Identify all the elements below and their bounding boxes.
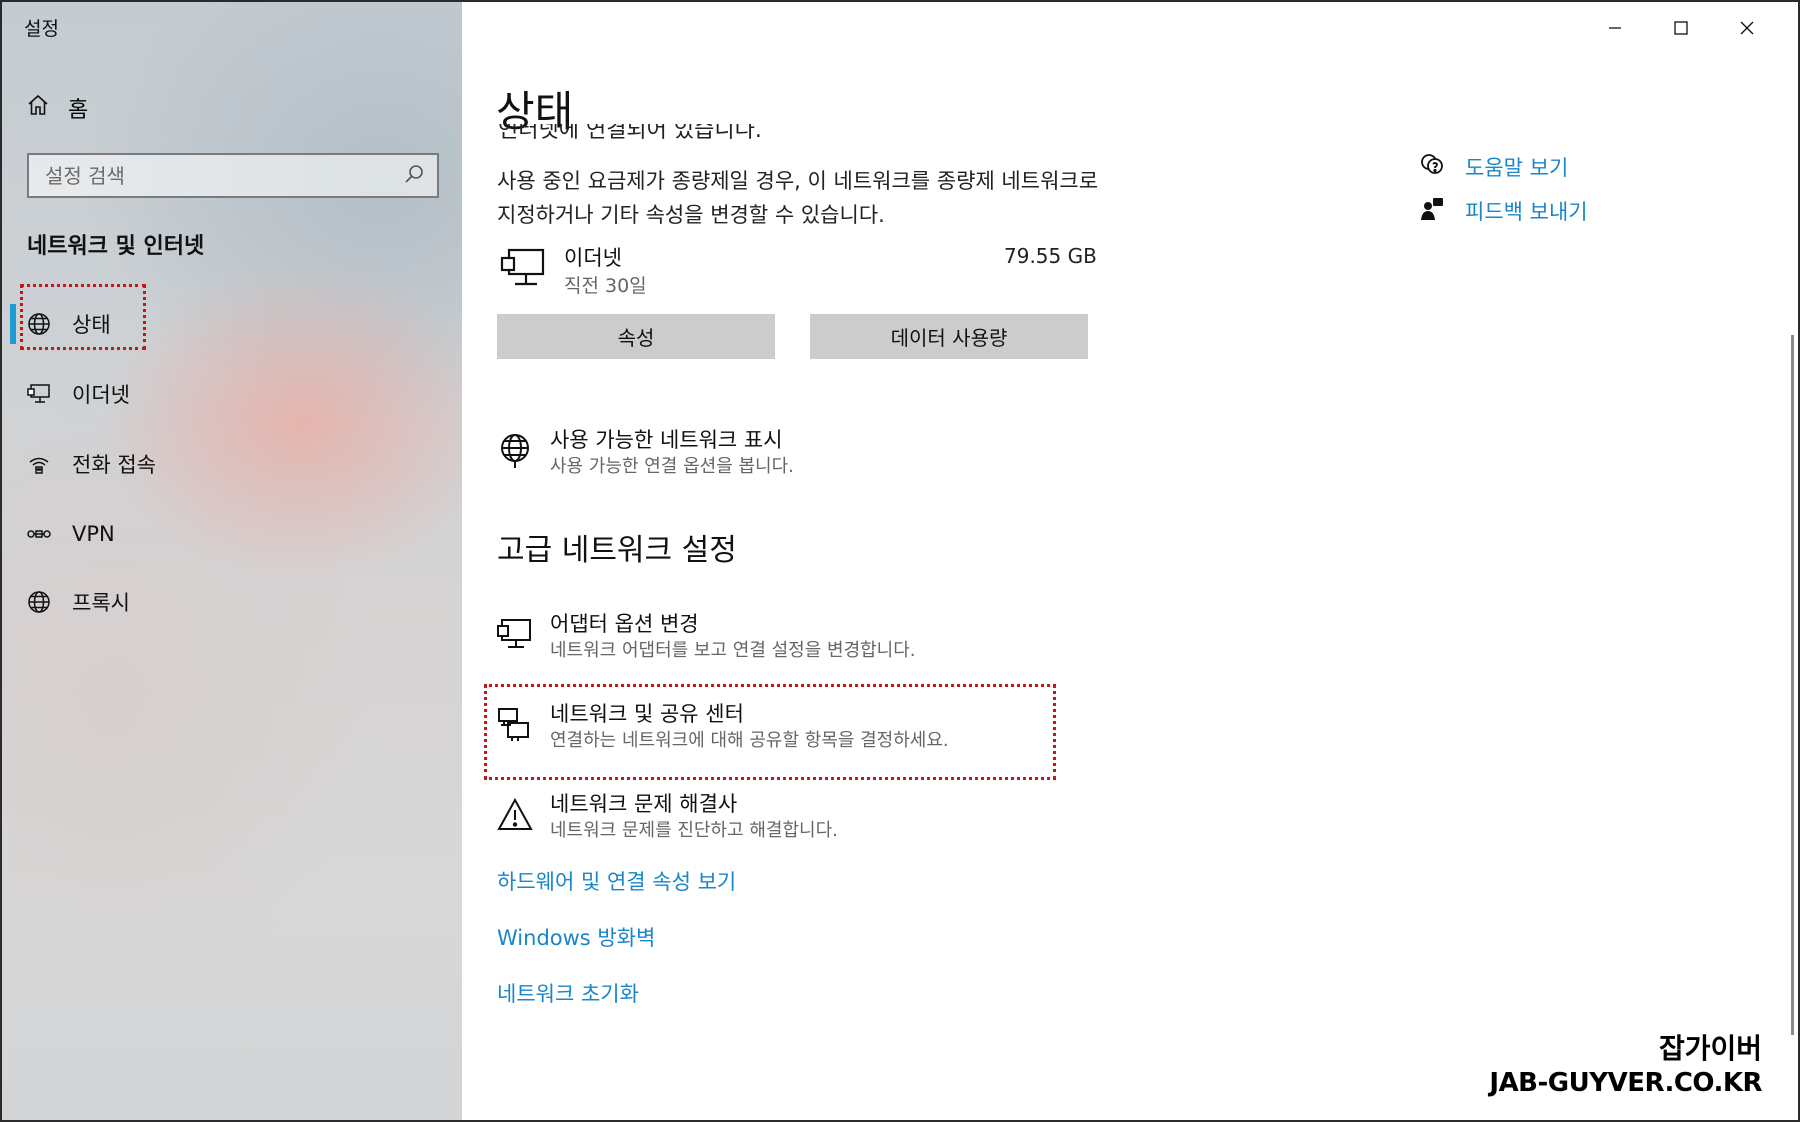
sidebar-item-ethernet[interactable]: 이더넷 [26,374,130,414]
help-links: 도움말 보기 피드백 보내기 [1419,145,1588,233]
watermark: 잡가이버 JAB-GUYVER.CO.KR [1489,1032,1762,1100]
data-usage-button[interactable]: 데이터 사용량 [810,314,1088,359]
sidebar-item-status[interactable]: 상태 [26,304,111,344]
settings-window: 설정 홈 네트워크 및 인터넷 [0,0,1800,1122]
home-label: 홈 [68,98,89,123]
help-chat-icon [1419,152,1445,183]
sidebar-item-label: 프록시 [72,591,130,615]
globe-network-icon [496,432,534,470]
sharing-center-icon [496,706,534,744]
scrolled-text-clip: 인터넷에 연결되어 있습니다. [498,124,1118,154]
network-troubleshooter-item[interactable]: 네트워크 문제 해결사 네트워크 문제를 진단하고 해결합니다. [496,790,838,844]
sidebar-item-proxy[interactable]: 프록시 [26,582,130,622]
home-nav-item[interactable]: 홈 [26,92,88,124]
globe-icon [26,589,52,615]
ethernet-icon [26,381,52,407]
sidebar: 설정 홈 네트워크 및 인터넷 [2,2,462,1120]
feedback-icon [1419,196,1445,227]
metered-description: 사용 중인 요금제가 종량제일 경우, 이 네트워크를 종량제 네트워크로 지정… [497,169,1099,227]
help-link[interactable]: 도움말 보기 [1419,145,1588,189]
adapter-options-item[interactable]: 어댑터 옵션 변경 네트워크 어댑터를 보고 연결 설정을 변경합니다. [496,610,916,664]
ethernet-icon [499,246,547,294]
item-title: 네트워크 문제 해결사 [550,792,738,816]
search-icon[interactable] [403,163,425,189]
windows-firewall-link[interactable]: Windows 방화벽 [497,922,655,952]
scrollbar[interactable] [1791,335,1794,1035]
feedback-link[interactable]: 피드백 보내기 [1419,189,1588,233]
globe-status-icon [26,311,52,337]
connection-period: 직전 30일 [564,275,647,297]
dialup-icon [26,451,52,477]
hardware-properties-link[interactable]: 하드웨어 및 연결 속성 보기 [497,866,736,896]
watermark-korean: 잡가이버 [1658,1032,1762,1065]
active-indicator [10,304,16,344]
app-title: 설정 [24,18,59,40]
sidebar-item-label: 상태 [72,313,111,337]
warning-icon [496,796,534,834]
item-subtitle: 사용 가능한 연결 옵션을 봅니다. [550,456,794,477]
feedback-label: 피드백 보내기 [1465,200,1588,224]
settings-search-box[interactable] [27,153,439,198]
item-subtitle: 네트워크 문제를 진단하고 해결합니다. [550,820,838,841]
advanced-heading: 고급 네트워크 설정 [497,533,737,568]
connection-usage: 79.55 GB [1004,244,1097,268]
vpn-icon [26,521,52,547]
item-title: 네트워크 및 공유 센터 [550,702,744,726]
search-input[interactable] [45,163,385,188]
section-title: 네트워크 및 인터넷 [27,234,205,259]
sidebar-item-label: 이더넷 [72,383,130,407]
properties-button[interactable]: 속성 [497,314,775,359]
item-title: 어댑터 옵션 변경 [550,612,699,636]
network-reset-link[interactable]: 네트워크 초기화 [497,978,639,1008]
connection-name: 이더넷 [564,246,622,270]
sidebar-item-vpn[interactable]: VPN [26,514,115,554]
show-available-networks[interactable]: 사용 가능한 네트워크 표시 사용 가능한 연결 옵션을 봅니다. [496,426,794,480]
home-icon [26,93,50,123]
connection-status-text: 인터넷에 연결되어 있습니다. [498,124,762,143]
help-label: 도움말 보기 [1465,156,1569,180]
item-title: 사용 가능한 네트워크 표시 [550,428,783,452]
sidebar-item-dialup[interactable]: 전화 접속 [26,444,156,484]
sidebar-item-label: VPN [72,522,115,546]
sharing-center-item[interactable]: 네트워크 및 공유 센터 연결하는 네트워크에 대해 공유할 항목을 결정하세요… [496,700,949,754]
watermark-url: JAB-GUYVER.CO.KR [1489,1068,1762,1098]
main-content: 상태 인터넷에 연결되어 있습니다. 사용 중인 요금제가 종량제일 경우, 이… [464,2,1798,1120]
item-subtitle: 네트워크 어댑터를 보고 연결 설정을 변경합니다. [550,640,916,661]
adapter-icon [496,616,534,654]
sidebar-item-label: 전화 접속 [72,453,156,477]
item-subtitle: 연결하는 네트워크에 대해 공유할 항목을 결정하세요. [550,730,949,751]
